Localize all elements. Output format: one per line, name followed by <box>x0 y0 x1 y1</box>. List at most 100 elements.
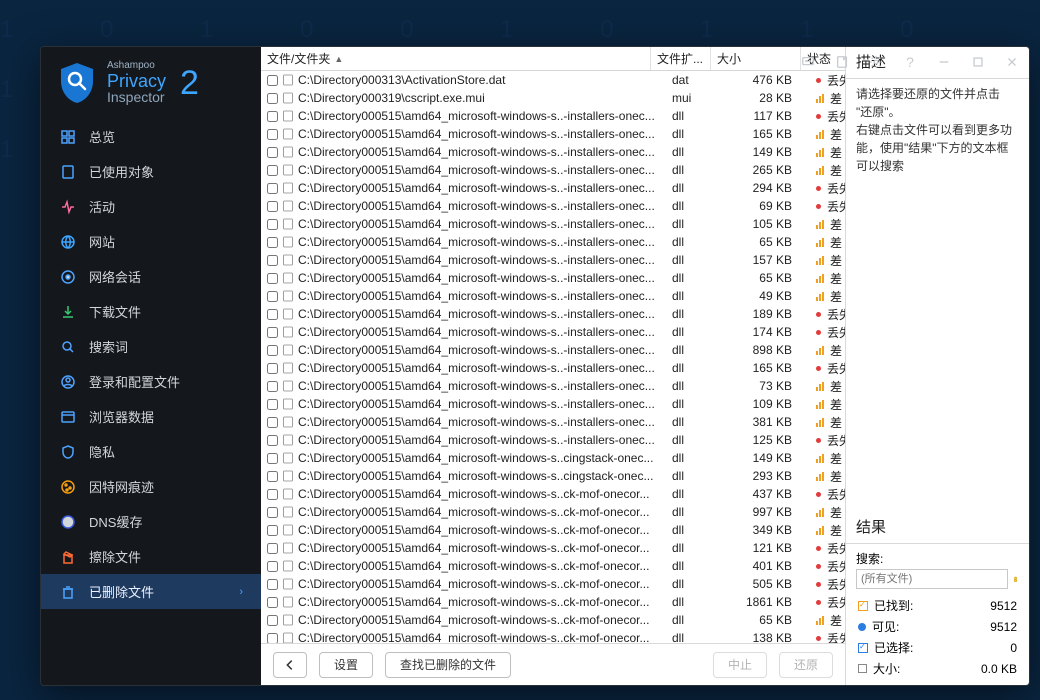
table-row[interactable]: C:\Directory000515\amd64_microsoft-windo… <box>261 575 845 593</box>
row-checkbox[interactable] <box>267 489 278 500</box>
settings-btn[interactable]: 设置 <box>319 652 373 678</box>
back-button[interactable] <box>273 652 307 678</box>
table-row[interactable]: C:\Directory000515\amd64_microsoft-windo… <box>261 107 845 125</box>
maximize-button[interactable] <box>961 47 995 77</box>
row-checkbox[interactable] <box>267 381 278 392</box>
overview-icon <box>59 128 77 146</box>
table-row[interactable]: C:\Directory000515\amd64_microsoft-windo… <box>261 215 845 233</box>
row-checkbox[interactable] <box>267 75 278 86</box>
minimize-button[interactable] <box>927 47 961 77</box>
row-checkbox[interactable] <box>267 309 278 320</box>
table-row[interactable]: C:\Directory000319\cscript.exe.muimui28 … <box>261 89 845 107</box>
col-size[interactable]: 大小 <box>711 47 801 70</box>
row-checkbox[interactable] <box>267 147 278 158</box>
row-checkbox[interactable] <box>267 255 278 266</box>
table-row[interactable]: C:\Directory000515\amd64_microsoft-windo… <box>261 485 845 503</box>
restore-btn[interactable]: 还原 <box>779 652 833 678</box>
search-filter-icon[interactable] <box>1012 572 1019 586</box>
sidebar-item-web[interactable]: 网站 <box>41 224 261 259</box>
table-row[interactable]: C:\Directory000515\amd64_microsoft-windo… <box>261 305 845 323</box>
table-row[interactable]: C:\Directory000515\amd64_microsoft-windo… <box>261 251 845 269</box>
table-row[interactable]: C:\Directory000515\amd64_microsoft-windo… <box>261 143 845 161</box>
table-row[interactable]: C:\Directory000515\amd64_microsoft-windo… <box>261 287 845 305</box>
row-checkbox[interactable] <box>267 471 278 482</box>
row-checkbox[interactable] <box>267 507 278 518</box>
col-path[interactable]: 文件/文件夹 ▲ <box>261 47 651 70</box>
table-row[interactable]: C:\Directory000515\amd64_microsoft-windo… <box>261 611 845 629</box>
table-row[interactable]: C:\Directory000515\amd64_microsoft-windo… <box>261 377 845 395</box>
row-checkbox[interactable] <box>267 597 278 608</box>
row-checkbox[interactable] <box>267 633 278 644</box>
sidebar-item-browser[interactable]: 浏览器数据 <box>41 399 261 434</box>
table-row[interactable]: C:\Directory000515\amd64_microsoft-windo… <box>261 395 845 413</box>
sidebar-item-activity[interactable]: 活动 <box>41 189 261 224</box>
row-checkbox[interactable] <box>267 525 278 536</box>
table-row[interactable]: C:\Directory000515\amd64_microsoft-windo… <box>261 521 845 539</box>
row-checkbox[interactable] <box>267 615 278 626</box>
sidebar-item-deleted[interactable]: 已删除文件› <box>41 574 261 609</box>
row-checkbox[interactable] <box>267 345 278 356</box>
table-row[interactable]: C:\Directory000515\amd64_microsoft-windo… <box>261 341 845 359</box>
row-checkbox[interactable] <box>267 93 278 104</box>
row-checkbox[interactable] <box>267 543 278 554</box>
table-row[interactable]: C:\Directory000515\amd64_microsoft-windo… <box>261 269 845 287</box>
search-input[interactable] <box>856 569 1008 589</box>
row-checkbox[interactable] <box>267 327 278 338</box>
table-row[interactable]: C:\Directory000515\amd64_microsoft-windo… <box>261 161 845 179</box>
sidebar-item-session[interactable]: 网络会话 <box>41 259 261 294</box>
sidebar-item-dns[interactable]: DNS缓存 <box>41 504 261 539</box>
session-icon <box>59 268 77 286</box>
table-row[interactable]: C:\Directory000515\amd64_microsoft-windo… <box>261 467 845 485</box>
table-row[interactable]: C:\Directory000515\amd64_microsoft-windo… <box>261 503 845 521</box>
table-row[interactable]: C:\Directory000515\amd64_microsoft-windo… <box>261 125 845 143</box>
row-checkbox[interactable] <box>267 237 278 248</box>
row-checkbox[interactable] <box>267 291 278 302</box>
row-checkbox[interactable] <box>267 363 278 374</box>
sidebar-item-overview[interactable]: 总览 <box>41 119 261 154</box>
table-row[interactable]: C:\Directory000515\amd64_microsoft-windo… <box>261 233 845 251</box>
table-row[interactable]: C:\Directory000515\amd64_microsoft-windo… <box>261 593 845 611</box>
file-table[interactable]: 文件/文件夹 ▲ 文件扩... 大小 状态 C:\Directory000313… <box>261 47 845 643</box>
settings-button[interactable] <box>859 47 893 77</box>
sidebar-item-erase[interactable]: 擦除文件 <box>41 539 261 574</box>
row-checkbox[interactable] <box>267 183 278 194</box>
table-header[interactable]: 文件/文件夹 ▲ 文件扩... 大小 状态 <box>261 47 845 71</box>
row-checkbox[interactable] <box>267 111 278 122</box>
sidebar-item-download[interactable]: 下载文件 <box>41 294 261 329</box>
table-row[interactable]: C:\Directory000515\amd64_microsoft-windo… <box>261 629 845 643</box>
table-row[interactable]: C:\Directory000515\amd64_microsoft-windo… <box>261 179 845 197</box>
table-row[interactable]: C:\Directory000515\amd64_microsoft-windo… <box>261 197 845 215</box>
sidebar-item-privacy[interactable]: 隐私 <box>41 434 261 469</box>
close-button[interactable] <box>995 47 1029 77</box>
row-checkbox[interactable] <box>267 579 278 590</box>
help-button[interactable]: ? <box>893 47 927 77</box>
notes-button[interactable] <box>825 47 859 77</box>
row-checkbox[interactable] <box>267 273 278 284</box>
row-checkbox[interactable] <box>267 417 278 428</box>
table-row[interactable]: C:\Directory000515\amd64_microsoft-windo… <box>261 323 845 341</box>
row-checkbox[interactable] <box>267 435 278 446</box>
table-row[interactable]: C:\Directory000515\amd64_microsoft-windo… <box>261 557 845 575</box>
row-checkbox[interactable] <box>267 561 278 572</box>
table-row[interactable]: C:\Directory000313\ActivationStore.datda… <box>261 71 845 89</box>
table-row[interactable]: C:\Directory000515\amd64_microsoft-windo… <box>261 539 845 557</box>
feedback-button[interactable] <box>791 47 825 77</box>
table-row[interactable]: C:\Directory000515\amd64_microsoft-windo… <box>261 359 845 377</box>
row-checkbox[interactable] <box>267 453 278 464</box>
sidebar-item-search[interactable]: 搜索词 <box>41 329 261 364</box>
table-row[interactable]: C:\Directory000515\amd64_microsoft-windo… <box>261 431 845 449</box>
row-checkbox[interactable] <box>267 399 278 410</box>
find-deleted-btn[interactable]: 查找已删除的文件 <box>385 652 511 678</box>
table-row[interactable]: C:\Directory000515\amd64_microsoft-windo… <box>261 413 845 431</box>
sidebar-item-cookie[interactable]: 因特网痕迹 <box>41 469 261 504</box>
row-checkbox[interactable] <box>267 219 278 230</box>
col-ext[interactable]: 文件扩... <box>651 47 711 70</box>
row-checkbox[interactable] <box>267 129 278 140</box>
sidebar-item-login[interactable]: 登录和配置文件 <box>41 364 261 399</box>
abort-btn[interactable]: 中止 <box>713 652 767 678</box>
cell-ext: dll <box>666 433 726 447</box>
sidebar-item-used[interactable]: 已使用对象 <box>41 154 261 189</box>
row-checkbox[interactable] <box>267 201 278 212</box>
table-row[interactable]: C:\Directory000515\amd64_microsoft-windo… <box>261 449 845 467</box>
row-checkbox[interactable] <box>267 165 278 176</box>
